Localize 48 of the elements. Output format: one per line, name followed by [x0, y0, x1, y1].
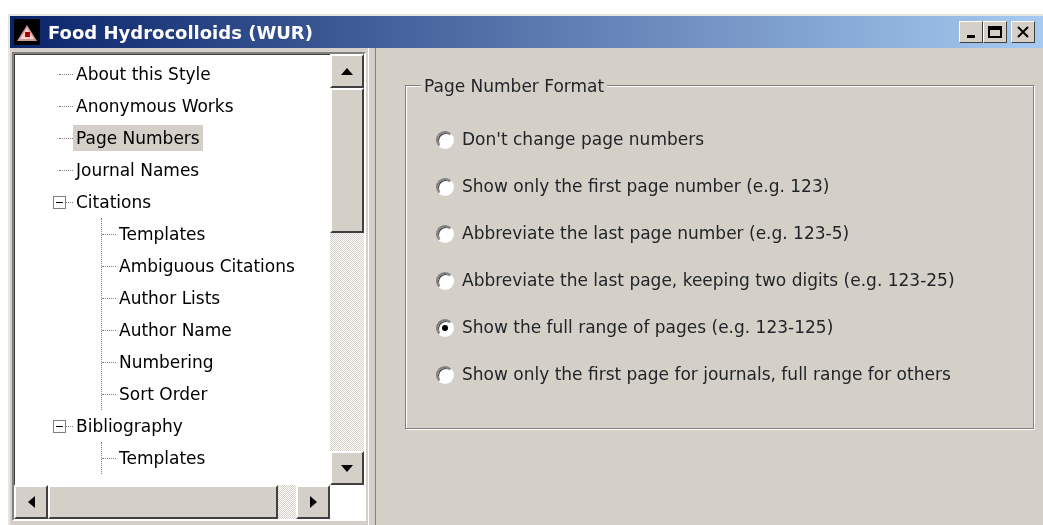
tree-item[interactable]: Templates	[116, 221, 209, 247]
down-arrow-icon	[341, 464, 353, 472]
scrollbar-thumb[interactable]	[330, 88, 364, 233]
radio-button[interactable]	[436, 271, 454, 290]
tree-item[interactable]: Author Lists	[116, 285, 224, 311]
tree-item[interactable]: Numbering	[116, 349, 217, 375]
collapse-icon[interactable]	[53, 419, 66, 433]
scroll-left-button[interactable]	[14, 485, 48, 519]
radio-label[interactable]: Abbreviate the last page, keeping two digits (e.g. 123-25)	[462, 267, 955, 294]
scrollbar-thumb[interactable]	[48, 485, 278, 519]
left-arrow-icon	[27, 496, 35, 508]
window-title: Food Hydrocolloids (WUR)	[48, 20, 313, 45]
splitter[interactable]	[368, 48, 376, 525]
tree-item[interactable]: Author Name	[116, 317, 235, 343]
maximize-button[interactable]	[983, 21, 1007, 43]
radio-button[interactable]	[436, 224, 454, 243]
radio-button[interactable]	[436, 318, 454, 337]
tree-item[interactable]: Templates	[116, 445, 209, 471]
radio-label[interactable]: Show the full range of pages (e.g. 123-125)	[462, 314, 834, 341]
maximize-icon	[988, 26, 1002, 38]
up-arrow-icon	[341, 67, 353, 75]
radio-button[interactable]	[436, 365, 454, 384]
tree-item[interactable]: Journal Names	[73, 157, 203, 183]
close-icon	[1017, 26, 1029, 38]
scroll-up-button[interactable]	[330, 54, 364, 88]
radio-label[interactable]: Abbreviate the last page number (e.g. 123-5)	[462, 220, 850, 247]
tree-item[interactable]: Sort Order	[116, 381, 211, 407]
horizontal-scrollbar[interactable]	[14, 485, 330, 519]
tree-item[interactable]: Anonymous Works	[73, 93, 237, 119]
close-button[interactable]	[1011, 21, 1035, 43]
radio-button[interactable]	[436, 177, 454, 196]
scroll-right-button[interactable]	[296, 485, 330, 519]
minimize-button[interactable]	[959, 21, 983, 43]
tree-item[interactable]: Ambiguous Citations	[116, 253, 298, 279]
collapse-icon[interactable]	[53, 195, 66, 209]
house-icon	[14, 19, 40, 45]
tree-item[interactable]: About this Style	[73, 61, 214, 87]
tree-item[interactable]: Bibliography	[73, 413, 186, 439]
tree-item[interactable]: Page Numbers	[73, 125, 203, 151]
scroll-down-button[interactable]	[330, 451, 364, 485]
right-arrow-icon	[309, 496, 317, 508]
radio-label[interactable]: Don't change page numbers	[462, 126, 705, 153]
radio-button[interactable]	[436, 130, 454, 149]
tree-item[interactable]: Citations	[73, 189, 155, 215]
minimize-icon	[967, 35, 975, 38]
radio-label[interactable]: Show only the first page for journals, full range for others	[462, 361, 951, 388]
radio-label[interactable]: Show only the first page number (e.g. 123)	[462, 173, 830, 200]
vertical-scrollbar[interactable]	[330, 54, 364, 485]
